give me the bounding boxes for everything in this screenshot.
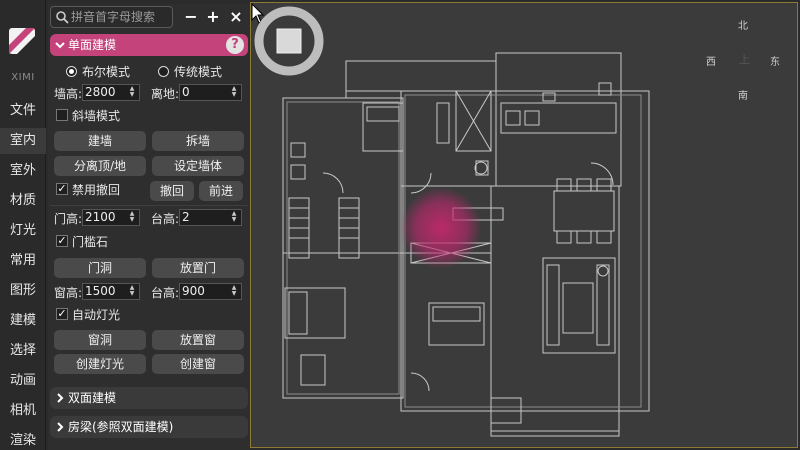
spinner-arrows-icon[interactable]: ▲ ▼ (126, 285, 138, 298)
section-title: 房梁(参照双面建模) (68, 420, 174, 434)
menu-camera[interactable]: 相机 (0, 398, 46, 424)
search-input[interactable] (71, 9, 171, 25)
view-cube-south-label[interactable]: 南 (738, 87, 748, 102)
chevron-right-icon (57, 393, 64, 403)
add-icon[interactable]: + (204, 8, 222, 26)
window-height-value: 1500 (85, 284, 116, 298)
window-height-spinner[interactable]: 1500 ▲ ▼ (82, 283, 140, 300)
minimize-icon[interactable]: − (182, 8, 200, 26)
view-cube-east-label[interactable]: 东 (770, 53, 780, 68)
floor-plan-drawing (282, 52, 650, 437)
view-cube-north-label[interactable]: 北 (738, 17, 748, 32)
slant-wall-label: 斜墙模式 (72, 109, 121, 123)
window-height-label: 窗高: (54, 286, 83, 300)
auto-light-checkbox[interactable]: ✓ (56, 308, 68, 320)
floor-offset-value: 0 (182, 85, 190, 99)
search-icon (56, 11, 69, 24)
place-door-button[interactable]: 放置门 (152, 258, 244, 278)
door-height-spinner[interactable]: 2100 ▲ ▼ (82, 209, 140, 226)
threshold-label: 门槛石 (72, 235, 109, 249)
door-height-value: 2100 (85, 210, 116, 224)
traditional-mode-label: 传统模式 (174, 65, 223, 79)
window-opening-button[interactable]: 窗洞 (54, 330, 146, 350)
floor-offset-spinner[interactable]: 0 ▲ ▼ (179, 84, 242, 101)
menu-render[interactable]: 渲染 (0, 428, 46, 450)
section-beam[interactable]: 房梁(参照双面建模) (50, 416, 248, 438)
menu-common[interactable]: 常用 (0, 248, 46, 274)
wall-height-value: 2800 (85, 85, 116, 99)
create-window-button[interactable]: 创建窗 (152, 354, 244, 374)
section-single-modeling[interactable]: 单面建模 ? (50, 34, 248, 56)
view-cube-west-label[interactable]: 西 (706, 53, 716, 68)
spinner-arrows-icon[interactable]: ▲ ▼ (126, 86, 138, 99)
menu-shapes[interactable]: 图形 (0, 278, 46, 304)
separate-top-floor-button[interactable]: 分离顶/地 (54, 156, 146, 176)
sill-height-value: 2 (182, 210, 190, 224)
slant-wall-checkbox[interactable] (56, 109, 68, 121)
menu-exterior[interactable]: 室外 (0, 158, 46, 184)
brand-label: XIMI (11, 72, 35, 83)
chevron-right-icon (57, 422, 64, 432)
left-menu-bar: XIMI 文件 室内 室外 材质 灯光 常用 图形 建模 选择 动画 相机 渲染 (0, 0, 46, 450)
remove-wall-button[interactable]: 拆墙 (152, 131, 244, 151)
spinner-arrows-icon[interactable]: ▲ ▼ (228, 211, 240, 224)
menu-animation[interactable]: 动画 (0, 368, 46, 394)
app-logo-icon (9, 28, 35, 54)
view-cube-icon[interactable] (251, 3, 327, 79)
divider (50, 205, 248, 206)
door-height-label: 门高: (54, 212, 83, 226)
help-icon[interactable]: ? (226, 36, 244, 54)
wall-height-label: 墙高: (54, 87, 83, 101)
menu-select[interactable]: 选择 (0, 338, 46, 364)
tool-panel: − + × 单面建模 ? 布尔模式 传统模式 墙高: 2800 ▲▼ 离地: 0… (48, 4, 250, 450)
build-wall-button[interactable]: 建墙 (54, 131, 146, 151)
section-double-modeling[interactable]: 双面建模 (50, 387, 248, 409)
disable-undo-label: 禁用撤回 (72, 183, 121, 197)
menu-interior[interactable]: 室内 (0, 128, 46, 154)
door-opening-button[interactable]: 门洞 (54, 258, 146, 278)
menu-light[interactable]: 灯光 (0, 218, 46, 244)
set-wall-button[interactable]: 设定墙体 (152, 156, 244, 176)
window-sill-label: 台高: (151, 286, 180, 300)
chevron-down-icon (55, 42, 65, 49)
sill-height-spinner[interactable]: 2 ▲ ▼ (179, 209, 242, 226)
menu-modeling[interactable]: 建模 (0, 308, 46, 334)
radio-bool-mode[interactable] (66, 66, 77, 77)
wall-height-spinner[interactable]: 2800 ▲ ▼ (82, 84, 140, 101)
bool-mode-label: 布尔模式 (82, 65, 131, 79)
spinner-arrows-icon[interactable]: ▲ ▼ (228, 285, 240, 298)
auto-light-label: 自动灯光 (72, 308, 121, 322)
close-icon[interactable]: × (227, 8, 245, 26)
cursor-highlight (401, 188, 481, 268)
viewport[interactable]: 上 北 南 东 西 (250, 2, 798, 448)
window-sill-spinner[interactable]: 900 ▲ ▼ (179, 283, 242, 300)
sill-height-label: 台高: (151, 212, 180, 226)
search-box[interactable] (50, 6, 173, 28)
section-title: 双面建模 (68, 391, 117, 405)
disable-undo-checkbox[interactable]: ✓ (56, 183, 68, 195)
view-cube-top-label[interactable]: 上 (739, 51, 750, 67)
menu-file[interactable]: 文件 (0, 98, 46, 124)
app-root: XIMI 文件 室内 室外 材质 灯光 常用 图形 建模 选择 动画 相机 渲染… (0, 0, 800, 450)
menu-material[interactable]: 材质 (0, 188, 46, 214)
spinner-arrows-icon[interactable]: ▲ ▼ (126, 211, 138, 224)
forward-button[interactable]: 前进 (199, 181, 243, 201)
undo-button[interactable]: 撤回 (150, 181, 194, 201)
create-light-button[interactable]: 创建灯光 (54, 354, 146, 374)
spinner-arrows-icon[interactable]: ▲ ▼ (228, 86, 240, 99)
threshold-checkbox[interactable]: ✓ (56, 235, 68, 247)
radio-traditional-mode[interactable] (158, 66, 169, 77)
window-sill-value: 900 (182, 284, 205, 298)
floor-offset-label: 离地: (151, 87, 180, 101)
section-title: 单面建模 (68, 38, 117, 52)
place-window-button[interactable]: 放置窗 (152, 330, 244, 350)
